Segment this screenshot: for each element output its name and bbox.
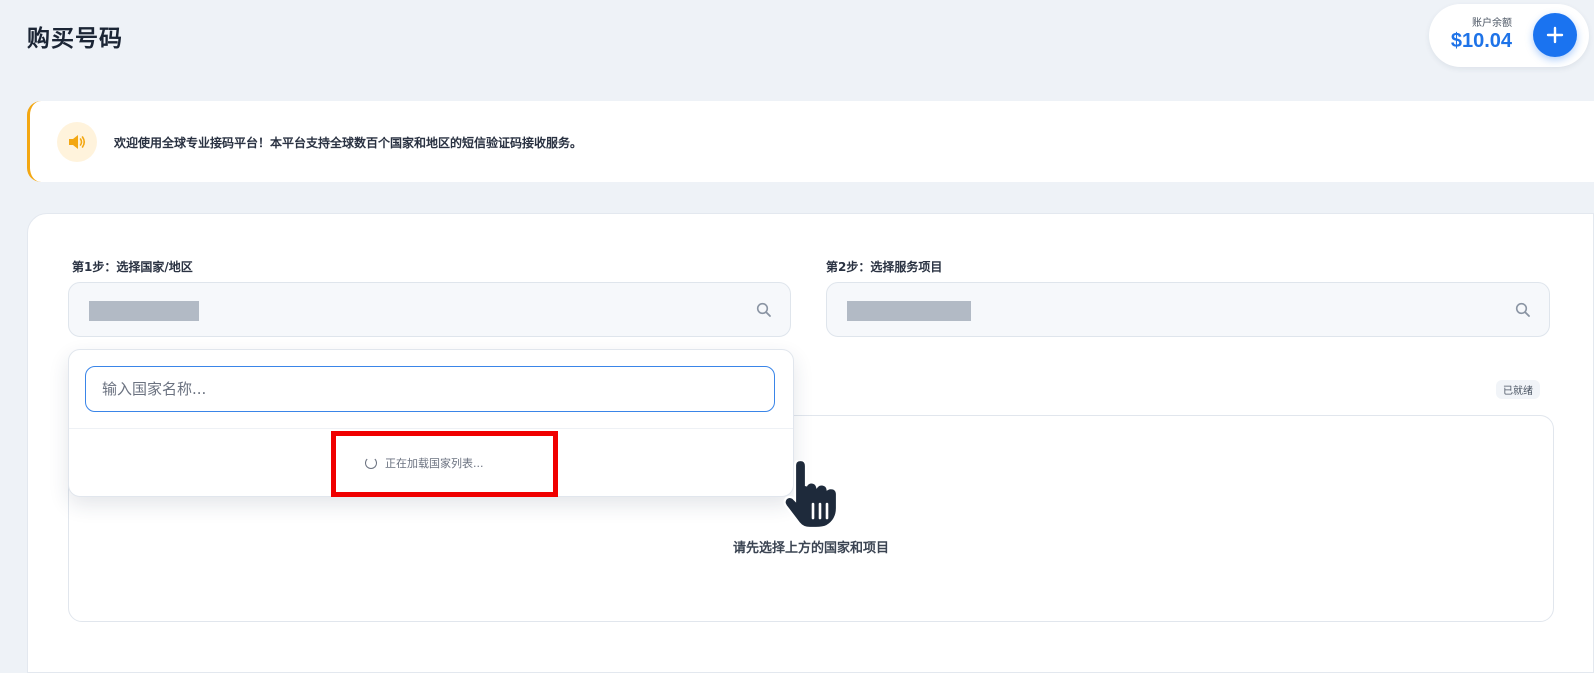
service-select[interactable] (826, 282, 1550, 337)
balance-card: 账户余额 $10.04 (1429, 4, 1589, 67)
speaker-icon (57, 122, 97, 162)
highlight-annotation (331, 431, 558, 497)
balance-label: 账户余额 (1472, 18, 1512, 29)
step2-label: 第2步：选择服务项目 (826, 260, 943, 274)
country-select[interactable] (68, 282, 791, 337)
search-icon (756, 302, 771, 317)
add-funds-button[interactable] (1533, 13, 1577, 57)
page-title: 购买号码 (27, 26, 123, 52)
balance-value: $10.04 (1450, 30, 1512, 52)
plus-icon (1546, 26, 1564, 44)
hand-pointer-icon (783, 460, 839, 528)
step1-label: 第1步：选择国家/地区 (72, 260, 193, 274)
service-select-placeholder (847, 301, 971, 321)
empty-state-message: 请先选择上方的国家和项目 (732, 541, 889, 556)
dropdown-divider (69, 428, 793, 429)
country-select-placeholder (89, 301, 199, 321)
announcement-banner: 欢迎使用全球专业接码平台！本平台支持全球数百个国家和地区的短信验证码接收服务。 (27, 101, 1594, 182)
status-badge: 已就绪 (1496, 380, 1540, 399)
search-icon (1515, 302, 1530, 317)
country-search-input[interactable] (85, 366, 775, 412)
announcement-text: 欢迎使用全球专业接码平台！本平台支持全球数百个国家和地区的短信验证码接收服务。 (114, 136, 583, 150)
